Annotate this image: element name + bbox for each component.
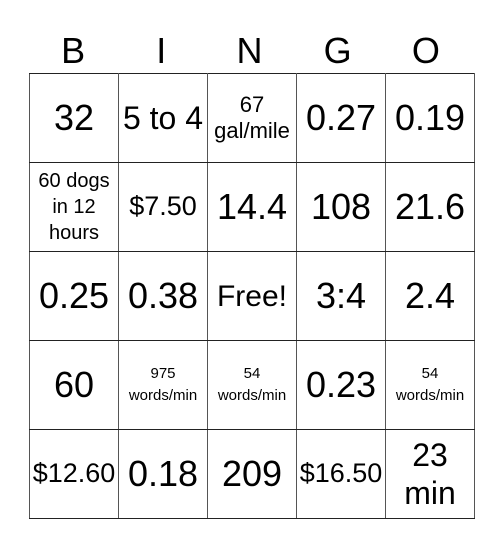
bingo-cell[interactable]: 0.38 bbox=[118, 251, 208, 341]
bingo-cell[interactable]: 2.4 bbox=[385, 251, 475, 341]
bingo-cell[interactable]: 108 bbox=[296, 162, 386, 252]
bingo-cell[interactable]: 0.19 bbox=[385, 73, 475, 163]
header-letter-g: G bbox=[323, 30, 352, 71]
header-letter-o: O bbox=[411, 30, 440, 71]
bingo-cell[interactable]: 32 bbox=[29, 73, 119, 163]
bingo-cell[interactable]: 3:4 bbox=[296, 251, 386, 341]
bingo-cell[interactable]: 54 words/min bbox=[385, 340, 475, 430]
header-letter-i: I bbox=[156, 30, 167, 71]
header-letter-b: B bbox=[61, 30, 86, 71]
bingo-cell[interactable]: 21.6 bbox=[385, 162, 475, 252]
bingo-cell[interactable]: 0.18 bbox=[118, 429, 208, 519]
bingo-cell[interactable]: 54 words/min bbox=[207, 340, 297, 430]
bingo-cell[interactable]: 5 to 4 bbox=[118, 73, 208, 163]
bingo-cell[interactable]: $7.50 bbox=[118, 162, 208, 252]
bingo-row: 60 dogs in 12 hours $7.50 14.4 108 21.6 bbox=[29, 162, 475, 252]
bingo-cell[interactable]: 0.25 bbox=[29, 251, 119, 341]
bingo-cell[interactable]: 23 min bbox=[385, 429, 475, 519]
bingo-cell[interactable]: 67 gal/mile bbox=[207, 73, 297, 163]
bingo-cell[interactable]: 60 bbox=[29, 340, 119, 430]
bingo-row: $12.60 0.18 209 $16.50 23 min bbox=[29, 429, 475, 519]
bingo-cell[interactable]: 0.27 bbox=[296, 73, 386, 163]
bingo-cell[interactable]: $16.50 bbox=[296, 429, 386, 519]
bingo-row: 0.25 0.38 Free! 3:4 2.4 bbox=[29, 251, 475, 341]
bingo-row: 60 975 words/min 54 words/min 0.23 54 words/… bbox=[29, 340, 475, 430]
bingo-cell[interactable]: 60 dogs in 12 hours bbox=[29, 162, 119, 252]
bingo-cell[interactable]: 209 bbox=[207, 429, 297, 519]
bingo-cell[interactable]: 975 words/min bbox=[118, 340, 208, 430]
free-space-cell[interactable]: Free! bbox=[207, 251, 297, 341]
bingo-header: B I N G O bbox=[29, 30, 470, 72]
bingo-cell[interactable]: $12.60 bbox=[29, 429, 119, 519]
bingo-cell[interactable]: 14.4 bbox=[207, 162, 297, 252]
header-letter-n: N bbox=[236, 30, 263, 71]
bingo-card: 32 5 to 4 67 gal/mile 0.27 0.19 60 dogs in 12… bbox=[29, 73, 475, 519]
bingo-cell[interactable]: 0.23 bbox=[296, 340, 386, 430]
bingo-row: 32 5 to 4 67 gal/mile 0.27 0.19 bbox=[29, 73, 475, 163]
